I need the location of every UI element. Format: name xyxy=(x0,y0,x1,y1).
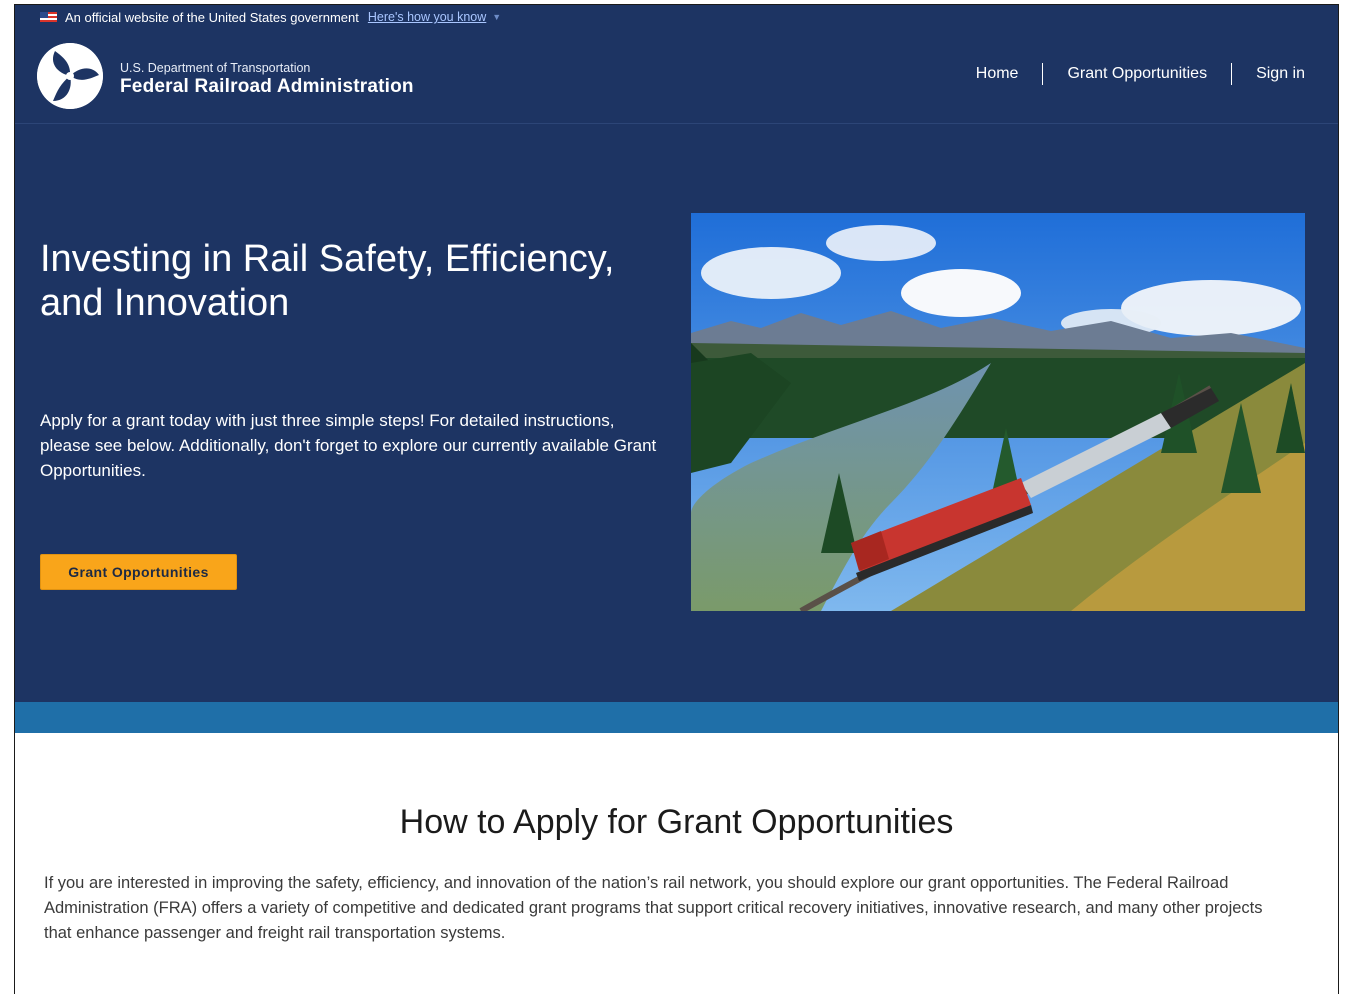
us-flag-icon xyxy=(40,12,57,22)
grant-opportunities-button[interactable]: Grant Opportunities xyxy=(40,554,237,590)
dot-triskelion-logo xyxy=(37,43,103,109)
nav-divider xyxy=(1231,63,1233,85)
nav-sign-in[interactable]: Sign in xyxy=(1256,65,1305,83)
hero-section: Investing in Rail Safety, Efficiency, an… xyxy=(15,124,1338,702)
chevron-down-icon[interactable]: ▼ xyxy=(492,12,501,22)
hero-intro-text: Apply for a grant today with just three … xyxy=(40,411,657,480)
accent-stripe xyxy=(15,702,1338,733)
section-body-text: If you are interested in improving the s… xyxy=(44,874,1263,942)
agency-name[interactable]: Federal Railroad Administration xyxy=(120,76,414,98)
hero-train-image xyxy=(691,213,1305,611)
gov-banner-text: An official website of the United States… xyxy=(65,9,359,25)
section-heading: How to Apply for Grant Opportunities xyxy=(399,803,954,841)
nav-grant-opportunities[interactable]: Grant Opportunities xyxy=(1067,65,1207,83)
dot-logo[interactable] xyxy=(37,43,103,109)
main-nav: Home Grant Opportunities Sign in xyxy=(976,63,1305,85)
hero-title: Investing in Rail Safety, Efficiency, an… xyxy=(40,238,615,324)
train-landscape-illustration xyxy=(691,213,1305,611)
page-frame: An official website of the United States… xyxy=(14,4,1339,994)
how-you-know-link[interactable]: Here's how you know xyxy=(368,10,486,24)
gov-banner: An official website of the United States… xyxy=(15,5,1338,29)
department-name: U.S. Department of Transportation xyxy=(120,61,311,75)
nav-home[interactable]: Home xyxy=(976,65,1019,83)
nav-divider xyxy=(1042,63,1044,85)
site-header: U.S. Department of Transportation Federa… xyxy=(15,29,1338,124)
